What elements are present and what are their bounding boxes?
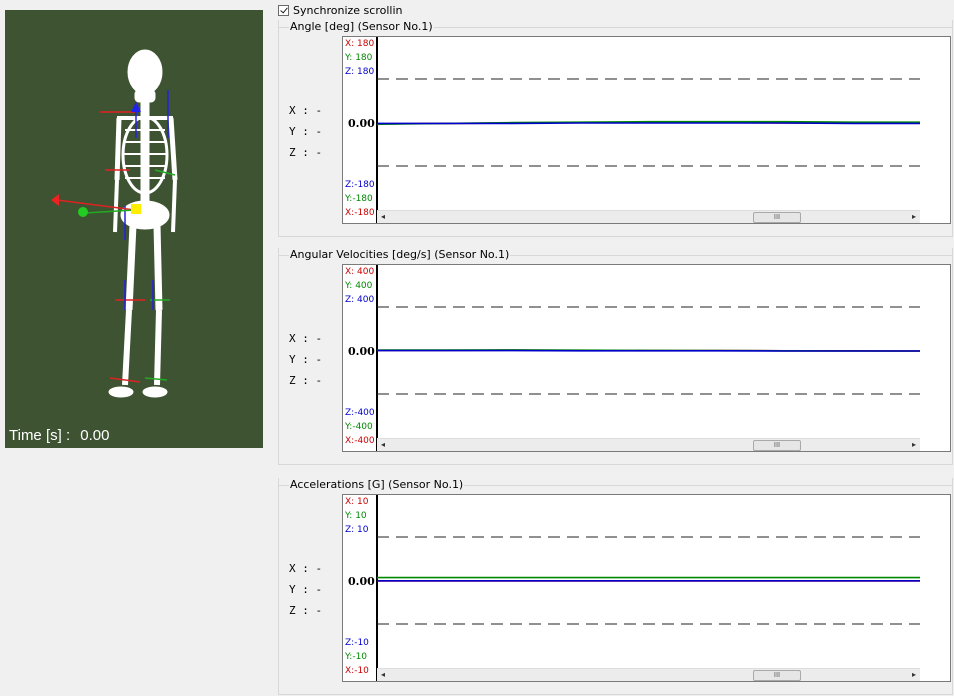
top-label-y: Y: 400 [344,281,373,291]
readout-x: X : - [289,562,323,575]
sensor-marker-icon [131,204,141,214]
y-axis-handle-icon [78,207,88,217]
x-axis-arrow-icon [51,194,59,206]
panel-title-text: Angle [deg] (Sensor No.1) [289,20,434,33]
top-label-z: Z: 400 [345,295,375,305]
top-label-y: Y: 10 [344,511,367,521]
horizontal-scrollbar[interactable]: ◂ III ▸ [377,210,920,223]
time-value: 0.00 [80,427,110,444]
top-label-z: Z: 180 [345,67,375,77]
chart-area[interactable]: X: 400 Y: 400 Z: 400 Z:-400 Y:-400 X:-400 0.00… [342,264,951,452]
chart-panel-1: Angle [deg] (Sensor No.1) X : - Y : - Z : -… [278,20,953,237]
top-label-z: Z: 10 [345,525,369,535]
panel-title: Accelerations [G] (Sensor No.1) [289,478,465,491]
z-axis-arrow-icon [131,102,141,112]
skeleton-model [51,49,178,398]
panel-title-text: Accelerations [G] (Sensor No.1) [289,478,465,491]
readout-x: X : - [289,332,323,345]
bottom-label-x: X:-400 [345,436,375,446]
bottom-label-x: X:-10 [345,666,369,676]
panel-title: Angle [deg] (Sensor No.1) [289,20,434,33]
synchronize-scrolling-checkbox[interactable] [278,5,289,16]
time-label: Time [s] : [9,427,71,444]
scroll-right-icon[interactable]: ▸ [912,211,916,223]
readout-y: Y : - [289,125,323,138]
scroll-thumb[interactable]: III [753,212,801,223]
bottom-label-z: Z:-180 [345,180,375,190]
scroll-left-icon[interactable]: ◂ [381,211,385,223]
readout-x: X : - [289,104,323,117]
bottom-label-y: Y:-10 [344,652,367,662]
horizontal-scrollbar[interactable]: ◂ III ▸ [377,438,920,451]
synchronize-scrolling-option[interactable]: Synchronize scrollin [278,4,403,17]
readout-z: Z : - [289,146,323,159]
chart-panel-3: Accelerations [G] (Sensor No.1) X : - Y : … [278,478,953,695]
chart-panel-2: Angular Velocities [deg/s] (Sensor No.1)… [278,248,953,465]
readout-y: Y : - [289,353,323,366]
scroll-left-icon[interactable]: ◂ [381,669,385,681]
bottom-label-y: Y:-180 [344,194,373,204]
zero-label: 0.00 [348,117,375,130]
bottom-label-y: Y:-400 [344,422,373,432]
line-chart: X: 180 Y: 180 Z: 180 Z:-180 Y:-180 X:-180 0.00 [344,37,920,223]
chart-area[interactable]: X: 10 Y: 10 Z: 10 Z:-10 Y:-10 X:-10 0.00 ◂ III ▸ [342,494,951,682]
bottom-label-x: X:-180 [345,208,375,218]
readout-z: Z : - [289,604,323,617]
scroll-left-icon[interactable]: ◂ [381,439,385,451]
line-chart: X: 400 Y: 400 Z: 400 Z:-400 Y:-400 X:-400 0.00 [344,265,921,451]
cursor-readout: X : - Y : - Z : - [289,562,322,625]
scroll-right-icon[interactable]: ▸ [912,439,916,451]
zero-label: 0.00 [348,575,375,588]
bottom-label-z: Z:-400 [345,408,375,418]
time-readout: Time [s] : 0.00 [9,427,110,444]
top-label-y: Y: 180 [344,53,373,63]
line-chart: X: 10 Y: 10 Z: 10 Z:-10 Y:-10 X:-10 0.00 [344,495,920,681]
scroll-thumb[interactable]: III [753,440,801,451]
readout-y: Y : - [289,583,323,596]
bottom-label-z: Z:-10 [345,638,369,648]
horizontal-scrollbar[interactable]: ◂ III ▸ [377,668,920,681]
cursor-readout: X : - Y : - Z : - [289,332,322,395]
skeleton-viewport[interactable]: Time [s] : 0.00 [5,10,263,448]
synchronize-scrolling-label: Synchronize scrollin [293,4,403,17]
readout-z: Z : - [289,374,323,387]
top-label-x: X: 180 [345,39,375,49]
top-label-x: X: 10 [345,497,369,507]
top-label-x: X: 400 [345,267,375,277]
chart-area[interactable]: X: 180 Y: 180 Z: 180 Z:-180 Y:-180 X:-180 0.00… [342,36,951,224]
cursor-readout: X : - Y : - Z : - [289,104,322,167]
panel-title: Angular Velocities [deg/s] (Sensor No.1) [289,248,511,261]
zero-label: 0.00 [348,345,375,358]
scroll-thumb[interactable]: III [753,670,801,681]
scroll-right-icon[interactable]: ▸ [912,669,916,681]
panel-title-text: Angular Velocities [deg/s] (Sensor No.1) [289,248,511,261]
